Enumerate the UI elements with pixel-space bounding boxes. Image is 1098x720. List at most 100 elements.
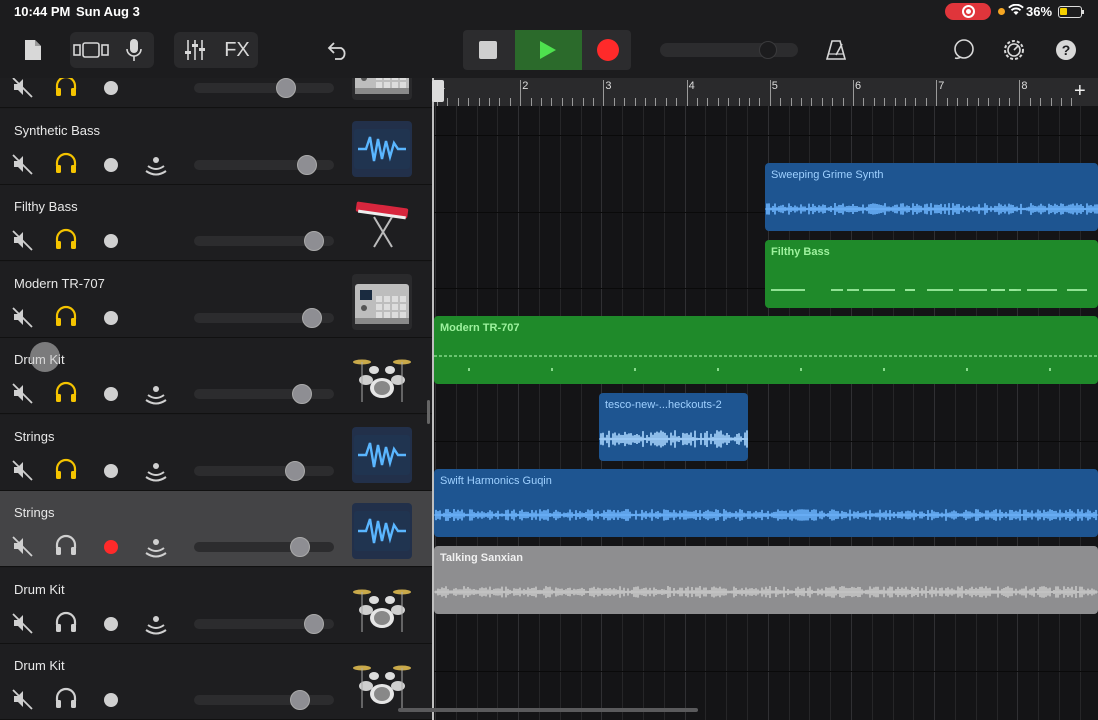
mute-button[interactable] bbox=[12, 688, 34, 710]
track-header[interactable]: Synthetic Bass bbox=[0, 108, 432, 185]
solo-button[interactable] bbox=[54, 227, 78, 251]
mute-button[interactable] bbox=[12, 78, 34, 98]
mute-button[interactable] bbox=[12, 612, 34, 634]
record-enable-button[interactable] bbox=[104, 540, 118, 554]
view-toggle-button[interactable] bbox=[72, 34, 110, 66]
region[interactable]: Modern TR-707 bbox=[434, 316, 1098, 384]
solo-button[interactable] bbox=[54, 686, 78, 710]
mixer-button[interactable] bbox=[180, 34, 210, 66]
solo-button[interactable] bbox=[54, 151, 78, 175]
mute-button[interactable] bbox=[12, 229, 34, 251]
my-songs-button[interactable] bbox=[20, 34, 46, 66]
solo-button[interactable] bbox=[54, 457, 78, 481]
record-enable-button[interactable] bbox=[104, 693, 118, 707]
add-section-button[interactable]: + bbox=[1074, 80, 1086, 103]
record-enable-button[interactable] bbox=[104, 81, 118, 95]
region-name: Swift Harmonics Guqin bbox=[440, 475, 552, 487]
solo-button[interactable] bbox=[54, 304, 78, 328]
instrument-thumbnail[interactable] bbox=[352, 197, 412, 253]
track-volume-slider[interactable] bbox=[194, 78, 334, 98]
track-volume-knob[interactable] bbox=[275, 78, 296, 98]
track-volume-knob[interactable] bbox=[290, 537, 310, 557]
track-volume-knob[interactable] bbox=[290, 690, 310, 710]
stop-button[interactable] bbox=[479, 41, 497, 59]
master-volume-slider[interactable] bbox=[660, 41, 798, 59]
input-monitor-button[interactable] bbox=[144, 153, 168, 177]
play-button[interactable] bbox=[515, 30, 582, 70]
track-header[interactable]: Modern TR-707 bbox=[0, 261, 432, 338]
solo-button[interactable] bbox=[54, 533, 78, 557]
timeline-ruler[interactable]: + 12345678 bbox=[434, 78, 1098, 106]
track-volume-slider[interactable] bbox=[194, 231, 334, 251]
instrument-button[interactable] bbox=[120, 34, 148, 66]
record-enable-button[interactable] bbox=[104, 387, 118, 401]
track-volume-knob[interactable] bbox=[302, 307, 322, 328]
input-monitor-button[interactable] bbox=[144, 535, 168, 559]
track-header[interactable]: Drum Kit bbox=[0, 644, 432, 720]
solo-button[interactable] bbox=[54, 78, 78, 98]
instrument-thumbnail[interactable] bbox=[352, 273, 412, 330]
region[interactable]: Talking Sanxian bbox=[434, 546, 1098, 614]
solo-button[interactable] bbox=[54, 380, 78, 404]
fx-button[interactable]: FX bbox=[220, 34, 254, 66]
instrument-thumbnail[interactable] bbox=[352, 350, 412, 406]
track-lane[interactable] bbox=[434, 672, 1098, 720]
track-volume-slider[interactable] bbox=[194, 537, 334, 557]
input-monitor-button[interactable] bbox=[144, 382, 168, 406]
track-header[interactable]: Drum Kit bbox=[0, 338, 432, 414]
record-enable-button[interactable] bbox=[104, 463, 118, 478]
region[interactable]: Sweeping Grime Synth bbox=[765, 163, 1098, 231]
instrument-thumbnail[interactable] bbox=[352, 120, 412, 177]
screen-recording-indicator[interactable] bbox=[945, 3, 991, 20]
track-header[interactable]: Drum Kit bbox=[0, 567, 432, 644]
region[interactable]: tesco-new-...heckouts-2 bbox=[599, 393, 748, 461]
region[interactable]: Swift Harmonics Guqin bbox=[434, 469, 1098, 537]
mute-button[interactable] bbox=[12, 382, 34, 404]
record-button[interactable] bbox=[597, 39, 619, 61]
metronome-button[interactable] bbox=[822, 34, 850, 66]
record-enable-button[interactable] bbox=[104, 234, 118, 248]
track-volume-knob[interactable] bbox=[297, 154, 318, 175]
record-enable-button[interactable] bbox=[104, 157, 118, 172]
instrument-thumbnail[interactable] bbox=[352, 503, 412, 559]
track-volume-knob[interactable] bbox=[304, 613, 325, 634]
region[interactable]: Filthy Bass bbox=[765, 240, 1098, 308]
ruler-tick bbox=[853, 80, 854, 106]
mute-button[interactable] bbox=[12, 535, 34, 557]
track-header[interactable]: Strings bbox=[0, 491, 432, 567]
record-enable-button[interactable] bbox=[104, 616, 118, 631]
mute-button[interactable] bbox=[12, 306, 34, 328]
undo-button[interactable] bbox=[324, 34, 352, 66]
playhead[interactable] bbox=[432, 80, 444, 102]
track-volume-knob[interactable] bbox=[285, 460, 306, 481]
track-list-scrollbar[interactable] bbox=[427, 400, 430, 424]
track-volume-slider[interactable] bbox=[194, 460, 334, 481]
track-volume-knob[interactable] bbox=[304, 231, 325, 251]
horizontal-scroll-indicator[interactable] bbox=[398, 708, 698, 712]
record-enable-button[interactable] bbox=[104, 310, 118, 325]
track-header[interactable]: Filthy Bass bbox=[0, 185, 432, 261]
track-header[interactable]: Strings bbox=[0, 414, 432, 491]
help-button[interactable]: ? bbox=[1052, 34, 1080, 66]
track-lane[interactable] bbox=[434, 106, 1098, 136]
mute-button[interactable] bbox=[12, 153, 34, 175]
track-volume-slider[interactable] bbox=[194, 154, 334, 175]
track-volume-slider[interactable] bbox=[194, 690, 334, 710]
track-volume-slider[interactable] bbox=[194, 307, 334, 328]
track-header[interactable]: Modern TR-707 bbox=[0, 78, 432, 108]
track-volume-slider[interactable] bbox=[194, 384, 334, 404]
instrument-thumbnail[interactable] bbox=[352, 580, 412, 636]
instrument-thumbnail[interactable] bbox=[352, 656, 412, 712]
input-monitor-button[interactable] bbox=[144, 612, 168, 636]
arrangement-area[interactable]: Sweeping Grime Synth Filthy Bass Modern TR… bbox=[434, 106, 1098, 720]
input-monitor-button[interactable] bbox=[144, 459, 168, 483]
mute-button[interactable] bbox=[12, 459, 34, 481]
track-volume-slider[interactable] bbox=[194, 613, 334, 634]
instrument-thumbnail[interactable] bbox=[352, 78, 412, 100]
loop-browser-button[interactable] bbox=[950, 34, 978, 66]
track-volume-knob[interactable] bbox=[292, 384, 313, 404]
solo-button[interactable] bbox=[54, 610, 78, 634]
instrument-thumbnail[interactable] bbox=[352, 426, 412, 483]
master-volume-knob[interactable] bbox=[759, 41, 778, 59]
settings-button[interactable] bbox=[1000, 34, 1028, 66]
